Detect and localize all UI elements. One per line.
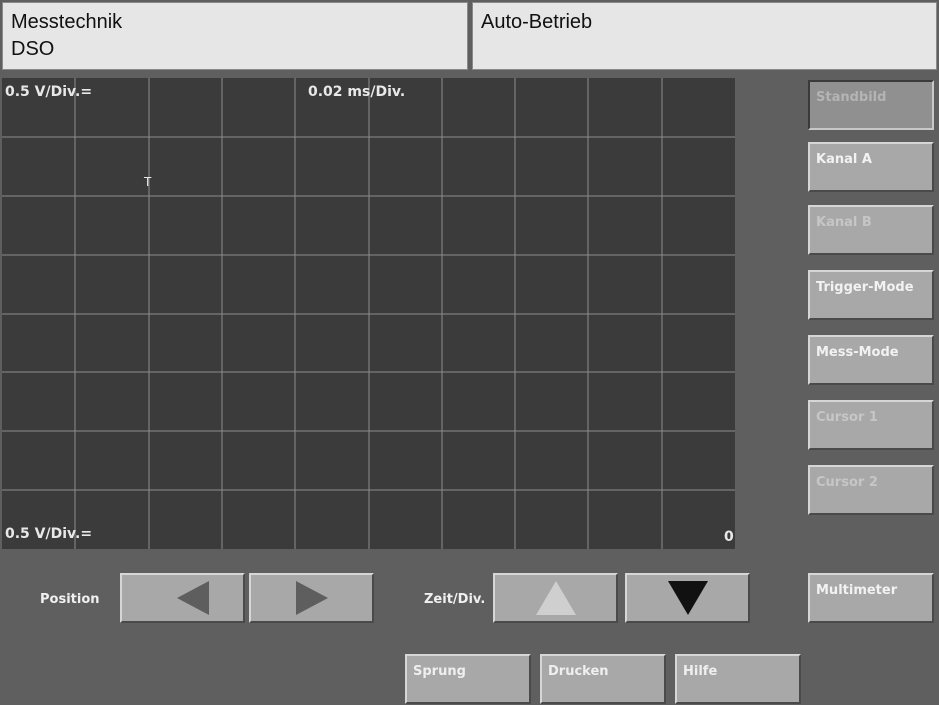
- mode-title: DSO: [11, 38, 55, 60]
- cursor-1-button[interactable]: Cursor 1: [808, 400, 934, 450]
- timebase-label: 0.02 ms/Div.: [308, 84, 406, 100]
- hilfe-button[interactable]: Hilfe: [675, 654, 801, 704]
- header-title-cell: Messtechnik DSO: [2, 2, 468, 70]
- channel-b-scale-label: 0.5 V/Div.=: [5, 526, 93, 542]
- zeit-div-up-button[interactable]: [493, 573, 618, 623]
- arrow-right-icon: [295, 581, 328, 615]
- standbild-button[interactable]: Standbild: [808, 80, 934, 130]
- trigger-marker: T: [144, 175, 152, 189]
- channel-a-scale-label: 0.5 V/Div.=: [5, 84, 93, 100]
- section-title: Messtechnik: [11, 11, 123, 33]
- position-label: Position: [40, 592, 100, 607]
- position-right-button[interactable]: [249, 573, 374, 623]
- zeit-div-down-button[interactable]: [625, 573, 750, 623]
- cursor-2-button[interactable]: Cursor 2: [808, 465, 934, 515]
- scope-grid: [2, 78, 735, 549]
- arrow-up-icon: [535, 581, 576, 615]
- zero-marker: 0: [724, 529, 734, 545]
- trigger-mode-button[interactable]: Trigger-Mode: [808, 270, 934, 320]
- position-left-button[interactable]: [120, 573, 245, 623]
- mess-mode-button[interactable]: Mess-Mode: [808, 335, 934, 385]
- header-bar: Messtechnik DSO Auto-Betrieb: [0, 0, 939, 72]
- arrow-down-icon: [667, 581, 708, 615]
- waveform-display: [2, 78, 735, 549]
- operation-status: Auto-Betrieb: [481, 11, 593, 33]
- multimeter-button[interactable]: Multimeter: [808, 573, 934, 623]
- sprung-button[interactable]: Sprung: [405, 654, 531, 704]
- kanal-b-button[interactable]: Kanal B: [808, 205, 934, 255]
- arrow-left-icon: [176, 581, 209, 615]
- zeit-div-label: Zeit/Div.: [424, 592, 486, 607]
- kanal-a-button[interactable]: Kanal A: [808, 142, 934, 192]
- header-status-cell: Auto-Betrieb: [472, 2, 937, 70]
- oscilloscope-screen: 0.5 V/Div.= 0.02 ms/Div. 0.5 V/Div.= 0 T: [2, 78, 735, 549]
- drucken-button[interactable]: Drucken: [540, 654, 666, 704]
